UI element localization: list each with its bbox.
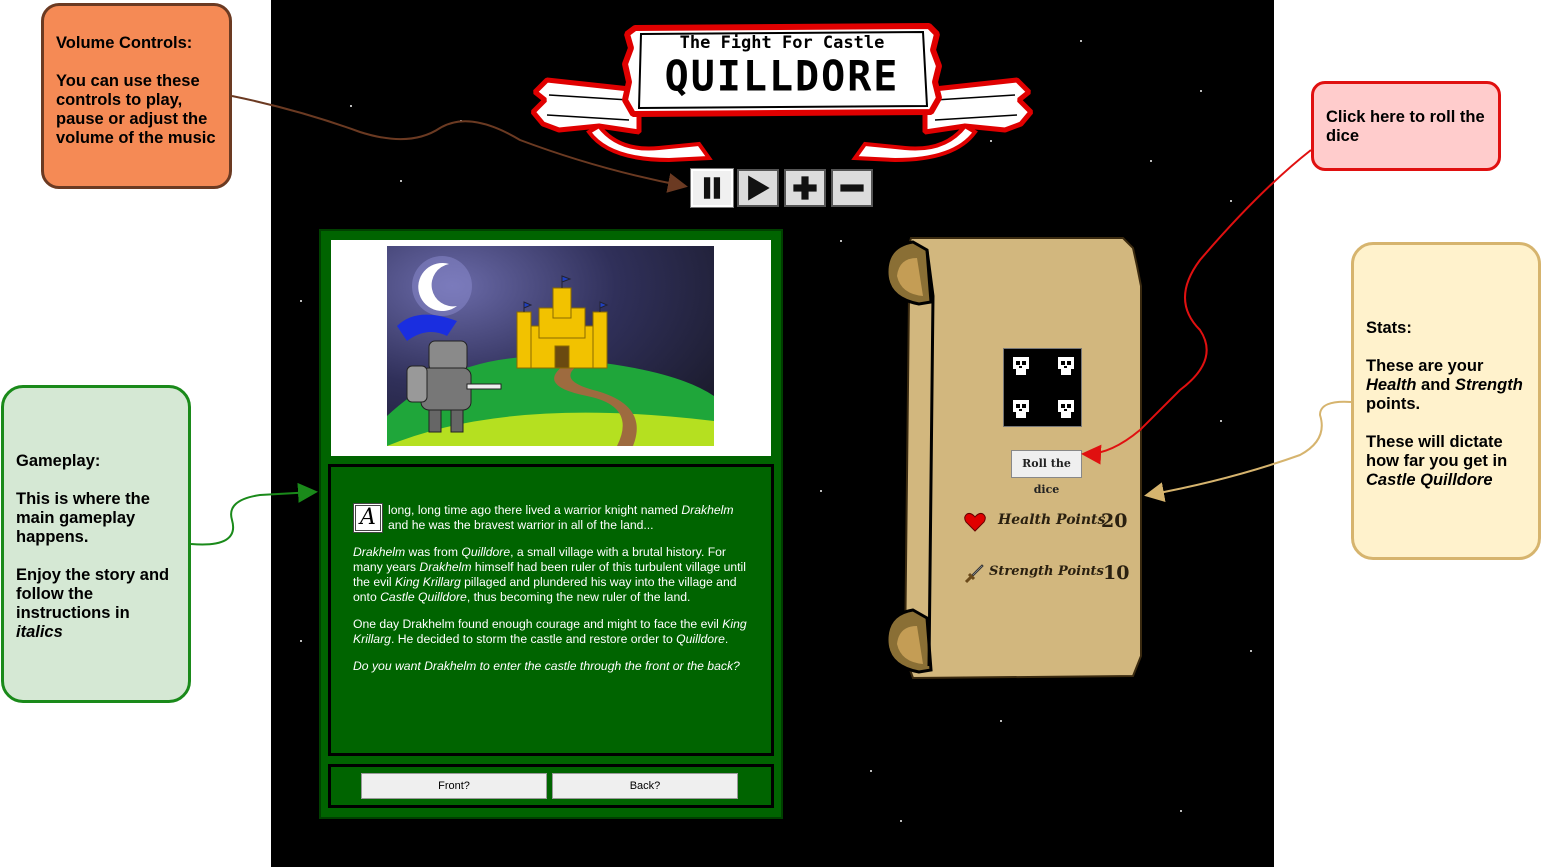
play-icon <box>748 175 770 201</box>
scene-illustration <box>387 246 714 446</box>
star <box>460 120 462 122</box>
star <box>400 180 402 182</box>
volume-down-button[interactable] <box>831 169 873 207</box>
volume-controls-note: Volume Controls: You can use these contr… <box>41 3 232 189</box>
strength-label: Strength Points <box>989 564 1104 579</box>
strength-value: 10 <box>1103 562 1130 584</box>
title-banner: The Fight For Castle QUILLDORE <box>529 20 1035 163</box>
stats-note: Stats: These are your Health and Strengt… <box>1351 242 1541 560</box>
star <box>1180 810 1182 812</box>
story-prompt: Do you want Drakhelm to enter the castle… <box>353 659 740 673</box>
banner-title: QUILLDORE <box>664 52 900 102</box>
drop-cap: A <box>353 503 383 533</box>
star <box>820 490 822 492</box>
plus-icon <box>793 176 817 200</box>
star <box>1200 90 1202 92</box>
star <box>840 240 842 242</box>
back-button[interactable]: Back? <box>552 773 738 799</box>
star <box>350 105 352 107</box>
health-label: Health Points <box>998 512 1106 528</box>
dice <box>1003 348 1082 427</box>
banner-subtitle: The Fight For Castle <box>679 33 885 53</box>
star <box>1080 40 1082 42</box>
star <box>1150 160 1152 162</box>
health-value: 20 <box>1101 510 1128 532</box>
roll-dice-button[interactable]: Roll the dice <box>1011 450 1082 496</box>
skull-icon <box>1013 400 1029 418</box>
sword-icon <box>964 564 984 584</box>
star <box>1250 650 1252 652</box>
star <box>300 640 302 642</box>
star <box>1220 420 1222 422</box>
volume-up-button[interactable] <box>784 169 826 207</box>
story-paragraph-1: Along, long time ago there lived a warri… <box>353 483 749 533</box>
story-paragraph-3: One day Drakhelm found enough courage an… <box>353 617 747 646</box>
star <box>870 770 872 772</box>
pause-button[interactable] <box>690 168 734 208</box>
star <box>300 300 302 302</box>
roll-dice-note: Click here to roll the dice <box>1311 81 1501 171</box>
star <box>1230 200 1232 202</box>
story-paragraph-2: Drakhelm was from Quilldore, a small vil… <box>353 545 746 604</box>
skull-icon <box>1058 357 1074 375</box>
heart-icon <box>964 512 986 532</box>
star <box>1000 720 1002 722</box>
star <box>900 820 902 822</box>
skull-icon <box>1058 400 1074 418</box>
pause-icon <box>703 177 721 199</box>
gameplay-note: Gameplay: This is where the main gamepla… <box>1 385 191 703</box>
skull-icon <box>1013 357 1029 375</box>
front-button[interactable]: Front? <box>361 773 547 799</box>
play-button[interactable] <box>737 169 779 207</box>
story-text-box: Along, long time ago there lived a warri… <box>328 464 774 756</box>
minus-icon <box>840 184 864 192</box>
